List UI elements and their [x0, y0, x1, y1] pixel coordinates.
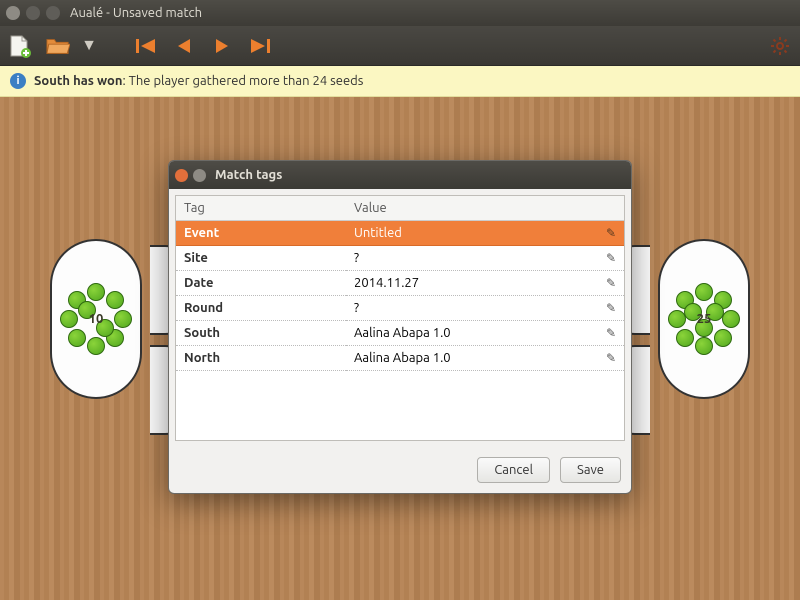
info-rest: : The player gathered more than 24 seeds: [122, 74, 363, 88]
south-store-house[interactable]: 10: [50, 239, 142, 399]
table-row[interactable]: SouthAalina Abapa 1.0✎: [176, 321, 624, 346]
dialog-close-icon[interactable]: [175, 169, 188, 182]
col-header-tag[interactable]: Tag: [176, 196, 346, 221]
house-count: 25: [697, 312, 712, 326]
info-strong: South has won: [34, 74, 122, 88]
table-row[interactable]: Date2014.11.27✎: [176, 271, 624, 296]
window-minimize-icon[interactable]: [26, 6, 40, 20]
value-cell[interactable]: ?✎: [346, 296, 624, 321]
edit-icon[interactable]: ✎: [606, 251, 616, 265]
tag-cell: Round: [176, 296, 346, 321]
window-titlebar: Aualé - Unsaved match: [0, 0, 800, 26]
table-row[interactable]: Round?✎: [176, 296, 624, 321]
col-header-value[interactable]: Value: [346, 196, 624, 221]
seed-cluster: 10: [60, 283, 132, 355]
open-file-icon[interactable]: [46, 34, 70, 58]
settings-icon[interactable]: [768, 34, 792, 58]
dialog-title: Match tags: [215, 168, 282, 182]
nav-last-icon[interactable]: [248, 34, 272, 58]
value-cell[interactable]: ?✎: [346, 246, 624, 271]
info-icon: i: [10, 73, 26, 89]
north-store-house[interactable]: 25: [658, 239, 750, 399]
table-row[interactable]: EventUntitled✎: [176, 221, 624, 246]
match-tags-dialog: Match tags Tag Value EventUntitled✎Site?…: [168, 160, 632, 494]
open-dropdown-icon[interactable]: ▼: [84, 34, 94, 58]
dialog-footer: Cancel Save: [169, 447, 631, 493]
edit-icon[interactable]: ✎: [606, 301, 616, 315]
tag-cell: South: [176, 321, 346, 346]
edit-icon[interactable]: ✎: [606, 276, 616, 290]
nav-first-icon[interactable]: [134, 34, 158, 58]
value-cell[interactable]: Aalina Abapa 1.0✎: [346, 346, 624, 371]
edit-icon[interactable]: ✎: [606, 326, 616, 340]
dialog-titlebar: Match tags: [169, 161, 631, 189]
tags-table: Tag Value EventUntitled✎Site?✎Date2014.1…: [175, 195, 625, 441]
nav-prev-icon[interactable]: [172, 34, 196, 58]
info-bar: i South has won: The player gathered mor…: [0, 66, 800, 97]
window-maximize-icon[interactable]: [46, 6, 60, 20]
house-count: 10: [89, 312, 104, 326]
nav-next-icon[interactable]: [210, 34, 234, 58]
value-cell[interactable]: Untitled✎: [346, 221, 624, 246]
table-row[interactable]: Site?✎: [176, 246, 624, 271]
window-title: Aualé - Unsaved match: [70, 6, 202, 20]
table-row[interactable]: NorthAalina Abapa 1.0✎: [176, 346, 624, 371]
tag-cell: Event: [176, 221, 346, 246]
save-button[interactable]: Save: [560, 457, 621, 483]
tag-cell: Date: [176, 271, 346, 296]
value-cell[interactable]: Aalina Abapa 1.0✎: [346, 321, 624, 346]
new-file-icon[interactable]: [8, 34, 32, 58]
tag-cell: Site: [176, 246, 346, 271]
toolbar: ▼: [0, 26, 800, 66]
seed-cluster: 25: [668, 283, 740, 355]
cancel-button[interactable]: Cancel: [477, 457, 550, 483]
edit-icon[interactable]: ✎: [606, 226, 616, 240]
edit-icon[interactable]: ✎: [606, 351, 616, 365]
window-close-icon[interactable]: [6, 6, 20, 20]
value-cell[interactable]: 2014.11.27✎: [346, 271, 624, 296]
dialog-minimize-icon[interactable]: [193, 169, 206, 182]
info-message: South has won: The player gathered more …: [34, 74, 363, 88]
tag-cell: North: [176, 346, 346, 371]
